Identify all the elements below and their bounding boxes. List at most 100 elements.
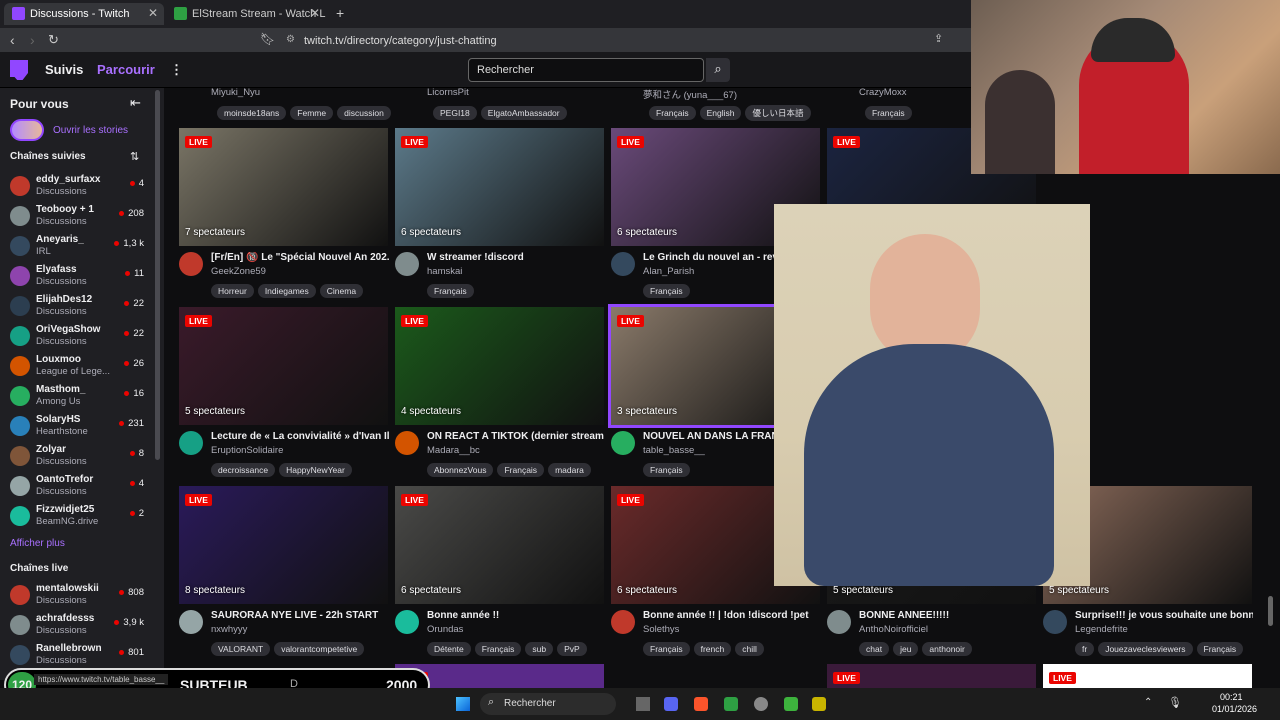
stream-title[interactable]: Bonne année !! | !don !discord !pet <box>643 610 821 621</box>
stream-title[interactable]: [Fr/En] 🔞 Le "Spécial Nouvel An 202... <box>211 252 389 263</box>
sidebar-channel[interactable]: eddy_surfaxx Discussions 4 <box>0 172 150 202</box>
sidebar-channel[interactable]: ElijahDes12 Discussions 22 <box>0 292 150 322</box>
site-info-icon[interactable]: ⚙ <box>286 34 295 45</box>
tag[interactable]: discussion <box>337 106 391 120</box>
tag[interactable]: Détente <box>427 642 471 656</box>
tag[interactable]: Français <box>643 284 690 298</box>
reload-icon[interactable]: ↻ <box>48 32 59 48</box>
avatar[interactable] <box>395 610 419 634</box>
tag[interactable]: chill <box>735 642 764 656</box>
clock-time[interactable]: 00:21 <box>1220 692 1243 702</box>
sidebar-channel[interactable]: OriVegaShow Discussions 22 <box>0 322 150 352</box>
start-icon[interactable] <box>456 697 470 711</box>
channel-name[interactable]: LicornsPit <box>427 87 469 98</box>
tag[interactable]: Français <box>643 463 690 477</box>
tag[interactable]: jeu <box>893 642 919 656</box>
sidebar-channel[interactable]: Zolyar Discussions 8 <box>0 442 150 472</box>
channel-name[interactable]: Miyuki_Nyu <box>211 87 260 98</box>
stories-avatar[interactable] <box>10 119 44 141</box>
discord-icon[interactable] <box>664 697 678 711</box>
stream-thumbnail[interactable]: LIVE <box>1043 664 1252 688</box>
tag[interactable]: moinsde18ans <box>217 106 287 120</box>
close-icon[interactable]: ✕ <box>310 6 320 20</box>
share-icon[interactable]: ⇪ <box>934 32 943 45</box>
stream-thumbnail[interactable]: LIVE 8 spectateurs <box>179 486 388 604</box>
stream-thumbnail[interactable]: LIVE <box>827 664 1036 688</box>
nav-following[interactable]: Suivis <box>45 62 83 77</box>
brave-icon[interactable] <box>694 697 708 711</box>
stream-thumbnail[interactable]: LIVE 6 spectateurs <box>395 486 604 604</box>
stream-title[interactable]: ON REACT A TIKTOK (dernier stream ... <box>427 431 605 442</box>
channel-name[interactable]: nxwhyyy <box>211 624 247 635</box>
avatar[interactable] <box>1043 610 1067 634</box>
tag[interactable]: Horreur <box>211 284 254 298</box>
tag[interactable]: AbonnezVous <box>427 463 494 477</box>
avatar[interactable] <box>827 610 851 634</box>
nav-browse[interactable]: Parcourir <box>97 62 155 77</box>
tab-discussions[interactable]: Discussions - Twitch ✕ <box>4 3 164 25</box>
tray-expand-icon[interactable]: ⌃ <box>1144 697 1152 708</box>
stream-title[interactable]: Bonne année !! <box>427 610 605 621</box>
tag[interactable]: Indiegames <box>257 284 316 298</box>
avatar[interactable] <box>395 252 419 276</box>
channel-name[interactable]: CrazyMoxx <box>859 87 907 98</box>
tag[interactable]: Français <box>643 642 690 656</box>
sidebar-channel[interactable]: Elyafass Discussions 11 <box>0 262 150 292</box>
search-icon[interactable]: ⌕ <box>706 58 730 82</box>
stream-title[interactable]: Surprise!!! je vous souhaite une bonn... <box>1075 610 1253 621</box>
tag[interactable]: ElgatoAmbassador <box>480 106 567 120</box>
tag[interactable]: HappyNewYear <box>279 463 352 477</box>
task-view-icon[interactable] <box>636 697 650 711</box>
sidebar-channel[interactable]: achrafdesss Discussions 3,9 k <box>0 611 150 641</box>
channel-name[interactable]: GeekZone59 <box>211 266 266 277</box>
tag[interactable]: PvP <box>557 642 587 656</box>
tag[interactable]: fr <box>1075 642 1095 656</box>
avatar[interactable] <box>611 431 635 455</box>
sort-icon[interactable]: ⇅ <box>130 150 139 163</box>
sidebar-channel[interactable]: Aneyaris_ IRL 1,3 k <box>0 232 150 262</box>
channel-name[interactable]: AnthoNoirofficiel <box>859 624 928 635</box>
tag[interactable]: English <box>699 106 742 120</box>
sidebar-channel[interactable]: SolaryHS Hearthstone 231 <box>0 412 150 442</box>
channel-name[interactable]: 夢和さん (yuna___67) <box>643 87 737 101</box>
tag[interactable]: Français <box>649 106 696 120</box>
tag[interactable]: Femme <box>290 106 334 120</box>
channel-name[interactable]: table_basse__ <box>643 445 705 456</box>
microphone-icon[interactable]: 🎙︎ <box>1168 696 1182 709</box>
stream-thumbnail[interactable]: LIVE 5 spectateurs <box>179 307 388 425</box>
sidebar-scrollbar[interactable] <box>155 90 160 460</box>
sidebar-channel[interactable]: Teobooy + 1 Discussions 208 <box>0 202 150 232</box>
channel-name[interactable]: hamskai <box>427 266 462 277</box>
stream-title[interactable]: Lecture de « La convivialité » d'Ivan Il… <box>211 431 389 442</box>
new-tab-button[interactable]: + <box>336 5 344 21</box>
taskbar-search[interactable]: ⌕ Rechercher <box>480 693 616 715</box>
tag[interactable]: Français <box>1196 642 1244 656</box>
open-stories-link[interactable]: Ouvrir les stories <box>53 125 128 136</box>
avatar[interactable] <box>395 431 419 455</box>
show-more-link[interactable]: Afficher plus <box>10 538 65 549</box>
main-scrollbar[interactable] <box>1268 596 1273 626</box>
tag[interactable]: 優しい日本語 <box>745 105 811 121</box>
tag[interactable]: VALORANT <box>211 642 271 656</box>
tag[interactable]: Cinema <box>319 284 364 298</box>
avatar[interactable] <box>179 610 203 634</box>
forward-icon[interactable]: › <box>30 32 35 48</box>
avatar[interactable] <box>179 252 203 276</box>
stream-title[interactable]: SAURORAA NYE LIVE - 22h START <box>211 610 389 621</box>
app-green-icon[interactable] <box>784 697 798 711</box>
tag[interactable]: Français <box>474 642 522 656</box>
more-menu-icon[interactable]: ⋮ <box>170 62 183 78</box>
stream-thumbnail[interactable]: LIVE 7 spectateurs <box>179 128 388 246</box>
sidebar-channel[interactable]: Ranellebrown Discussions 801 <box>0 641 150 671</box>
tag[interactable]: madara <box>548 463 591 477</box>
avatar[interactable] <box>179 431 203 455</box>
tag[interactable]: Français <box>427 284 474 298</box>
tag[interactable]: Français <box>865 106 912 120</box>
sidebar-channel[interactable]: Masthom_ Among Us 16 <box>0 382 150 412</box>
tag[interactable]: chat <box>859 642 890 656</box>
sidebar-channel[interactable]: Louxmoo League of Lege... 26 <box>0 352 150 382</box>
tag[interactable]: Français <box>497 463 545 477</box>
tab-elstream[interactable]: ElStream Stream - Watch Live on ✕ <box>166 3 326 25</box>
sidebar-channel[interactable]: mentalowskii Discussions 808 <box>0 581 150 611</box>
stream-thumbnail[interactable]: LIVE 4 spectateurs <box>395 307 604 425</box>
